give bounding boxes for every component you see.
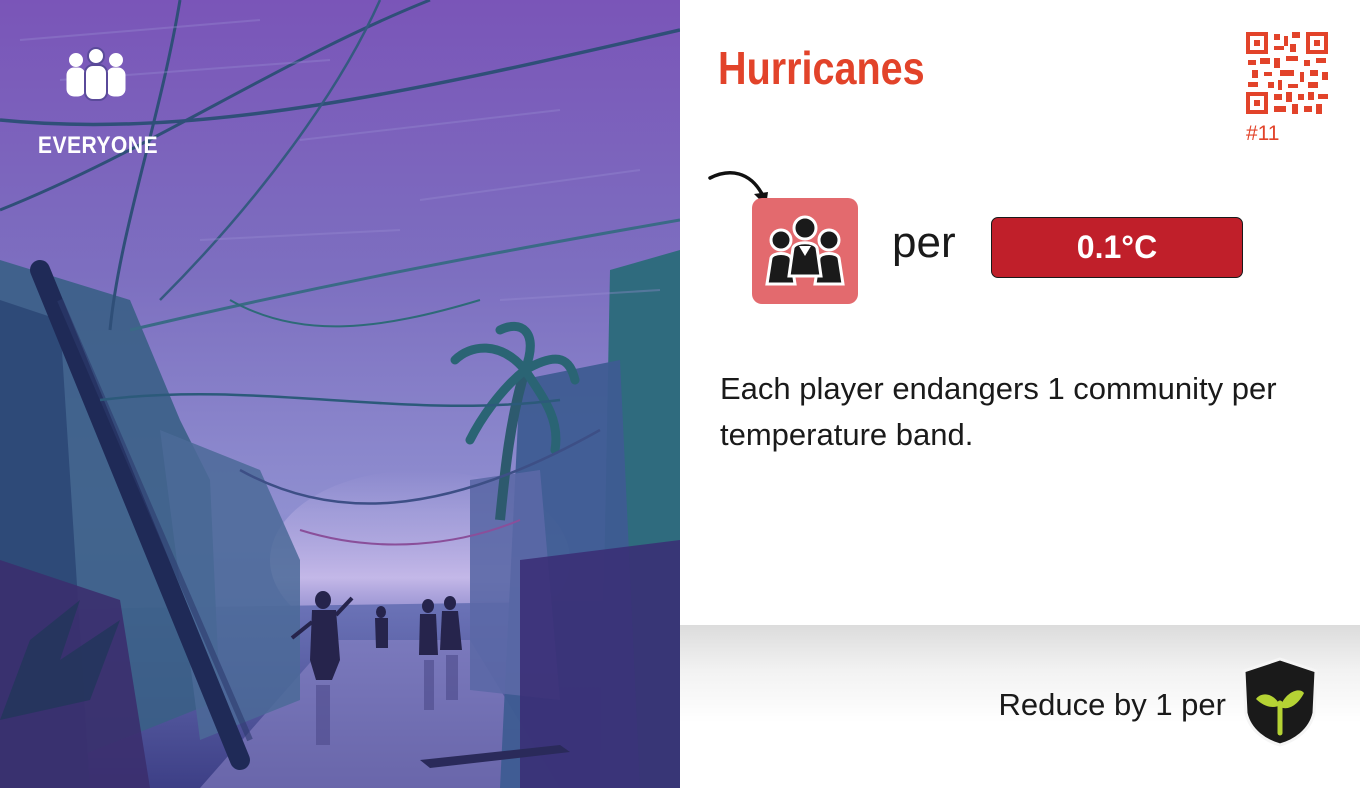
- event-card: EVERYONE Hurricanes #11 per 0.1°C Each p…: [0, 0, 1360, 788]
- audience-indicator: EVERYONE: [30, 44, 162, 160]
- card-title: Hurricanes: [718, 42, 925, 94]
- card-artwork: EVERYONE: [0, 0, 680, 788]
- effect-rule: per 0.1°C: [706, 166, 1346, 316]
- community-people-icon: [765, 215, 845, 286]
- audience-label: EVERYONE: [37, 132, 159, 159]
- temperature-badge: 0.1°C: [991, 217, 1243, 278]
- card-number: #11: [1246, 122, 1280, 145]
- card-description: Each player endangers 1 community per te…: [720, 371, 1277, 452]
- community-icon: [752, 198, 858, 304]
- group-people-icon: [66, 47, 126, 101]
- card-footer: Reduce by 1 per: [680, 625, 1360, 788]
- sprout-shield-icon: [1242, 657, 1318, 747]
- card-text-panel: Hurricanes #11 per 0.1°C Each player end…: [680, 0, 1360, 788]
- reduce-label: Reduce by 1 per: [998, 687, 1226, 722]
- per-label: per: [892, 218, 956, 267]
- qr-code-icon: [1246, 32, 1328, 114]
